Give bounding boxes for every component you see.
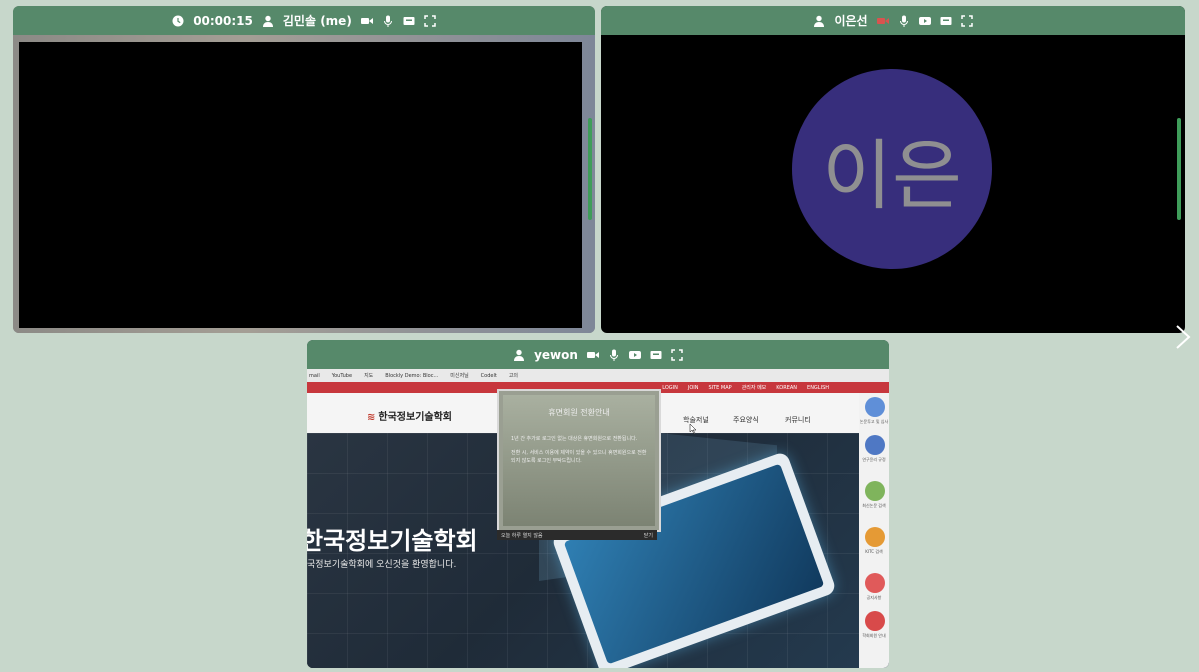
bookmark: YouTube xyxy=(331,372,353,379)
topbar-link: KOREAN xyxy=(776,384,798,391)
hero-title: 한국정보기술학회 xyxy=(307,527,478,555)
site-logo: ≋ 한국정보기술학회 xyxy=(367,412,452,423)
camera-icon[interactable] xyxy=(360,15,373,27)
popup-dismiss-today: 오늘 하루 열지 않음 xyxy=(501,532,543,539)
popup-close: 닫기 xyxy=(643,532,653,539)
quick-menu-button xyxy=(865,527,885,547)
avatar-initials: 이은 xyxy=(822,131,962,220)
popup-title: 휴면회원 전환안내 xyxy=(548,408,610,417)
mic-icon[interactable] xyxy=(382,15,394,27)
screen-share-icon[interactable] xyxy=(403,15,415,27)
hero-subtitle: 국정보기술학회에 오신것을 환영합니다. xyxy=(307,560,457,570)
bookmarks-bar: mail YouTube 지도 Blockly Demo: Bloc... 미신… xyxy=(307,369,889,382)
bookmark: mail xyxy=(309,372,320,379)
avatar: 이은 xyxy=(792,69,992,269)
quick-menu-button xyxy=(865,573,885,593)
fullscreen-icon[interactable] xyxy=(424,14,436,27)
quick-menu-button xyxy=(865,611,885,631)
person-icon xyxy=(813,15,825,27)
topbar-link: LOGIN xyxy=(662,384,678,391)
screen-share-icon[interactable] xyxy=(650,349,662,361)
participant-name: 이은선 xyxy=(834,14,868,28)
screen-share-icon[interactable] xyxy=(940,15,952,27)
bookmark: 고의 xyxy=(508,373,519,379)
video-feed xyxy=(19,42,582,328)
topbar-link: JOIN xyxy=(687,384,699,391)
quick-menu-button xyxy=(865,397,885,417)
youtube-icon[interactable] xyxy=(918,15,931,27)
notice-popup: 휴면회원 전환안내 1년 간 추가로 로그인 없는 대상은 휴면회원으로 전환됩… xyxy=(497,389,661,532)
bookmark: Blockly Demo: Bloc... xyxy=(385,372,439,379)
bookmark: 지도 xyxy=(364,373,374,379)
topbar-link: 관리자 메모 xyxy=(741,385,767,391)
clock-icon xyxy=(172,15,184,27)
person-icon xyxy=(513,349,525,361)
mic-icon[interactable] xyxy=(608,349,620,361)
chevron-right-icon[interactable] xyxy=(1173,324,1193,350)
call-timer: 00:00:15 xyxy=(193,13,253,28)
quick-menu-label: 연구윤리 규정 xyxy=(862,457,886,462)
youtube-icon[interactable] xyxy=(628,349,641,361)
mic-icon[interactable] xyxy=(898,15,910,27)
quick-menu-label: KITC 검색 xyxy=(865,549,883,554)
bookmark: Codelt xyxy=(480,372,497,379)
quick-menu-button xyxy=(865,435,885,455)
tile-header: 이은선 xyxy=(601,6,1185,35)
quick-menu: 논문투고 및 심사 연구윤리 규정 최신논문 검색 KITC 검색 공지사항 학… xyxy=(859,393,889,668)
topbar-link: SITE MAP xyxy=(708,384,732,391)
tile-header: yewon xyxy=(307,340,889,369)
video-tile-participant[interactable]: 이은 이은선 xyxy=(601,6,1185,333)
mouse-cursor-icon xyxy=(689,419,697,435)
topbar-link: ENGLISH xyxy=(807,384,829,391)
quick-menu-label: 학회회원 안내 xyxy=(862,633,886,638)
quick-menu-button xyxy=(865,481,885,501)
camera-off-icon[interactable] xyxy=(876,15,889,27)
tile-header: 00:00:15 김민솔 (me) xyxy=(13,6,595,35)
quick-menu-label: 논문투고 및 심사 xyxy=(859,419,889,424)
site-logo-text: 한국정보기술학회 xyxy=(378,412,452,423)
camera-icon[interactable] xyxy=(586,349,599,361)
menu-item: 주요양식 xyxy=(733,416,759,424)
quick-menu-label: 최신논문 검색 xyxy=(862,503,886,508)
screen-share-tile[interactable]: yewon mail YouTube 지도 Blockly Demo: Bloc… xyxy=(307,340,889,668)
shared-screen: mail YouTube 지도 Blockly Demo: Bloc... 미신… xyxy=(307,369,889,668)
popup-footer: 오늘 하루 열지 않음 닫기 xyxy=(497,530,657,540)
fullscreen-icon[interactable] xyxy=(960,14,973,27)
fullscreen-icon[interactable] xyxy=(671,348,683,361)
quick-menu-label: 공지사항 xyxy=(866,595,882,600)
person-icon xyxy=(262,15,274,27)
audio-level-bar xyxy=(1177,118,1181,220)
participant-name: 김민솔 (me) xyxy=(282,14,352,28)
popup-body: 1년 간 추가로 로그인 없는 대상은 휴면회원으로 전환됩니다. 전환 시, … xyxy=(511,436,647,464)
menu-item: 커뮤니티 xyxy=(785,416,811,424)
audio-level-bar xyxy=(588,118,592,220)
video-tile-me[interactable]: 00:00:15 김민솔 (me) xyxy=(13,6,595,333)
bookmark: 미신저닐 xyxy=(450,373,469,379)
participant-name: yewon xyxy=(534,347,578,362)
